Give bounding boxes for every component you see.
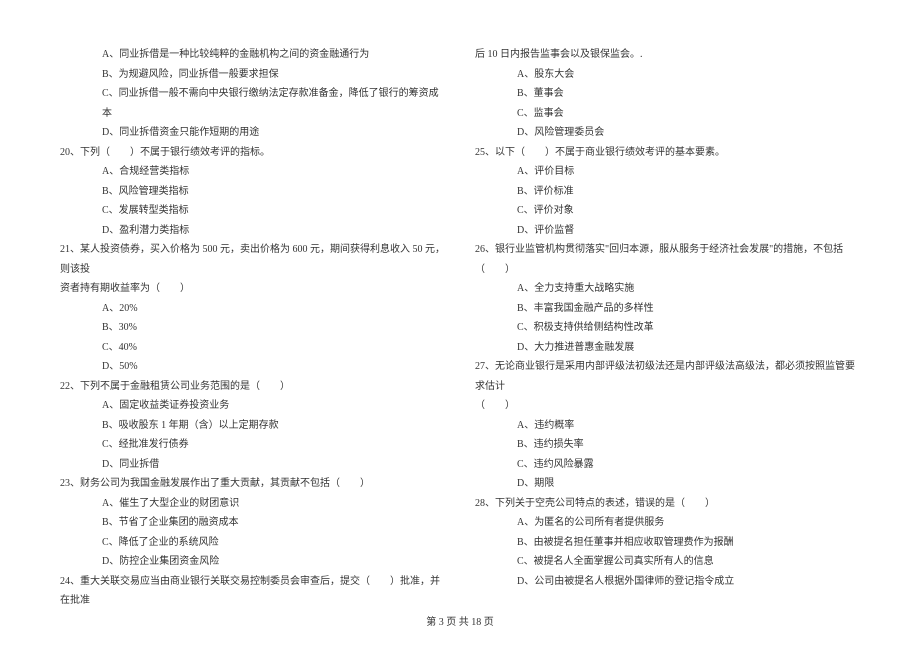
option: D、盈利潜力类指标 (60, 221, 445, 241)
option: C、积极支持供给侧结构性改革 (475, 318, 860, 338)
option: C、违约风险暴露 (475, 455, 860, 475)
question-28: 28、下列关于空壳公司特点的表述，错误的是（ ） (475, 494, 860, 514)
option: D、公司由被提名人根据外国律师的登记指令成立 (475, 572, 860, 592)
option: A、合规经营类指标 (60, 162, 445, 182)
question-23: 23、财务公司为我国金融发展作出了重大贡献，其贡献不包括（ ） (60, 474, 445, 494)
option: B、风险管理类指标 (60, 182, 445, 202)
option: B、30% (60, 318, 445, 338)
left-column: A、同业拆借是一种比较纯粹的金融机构之间的资金融通行为 B、为规避风险，同业拆借… (60, 45, 445, 610)
question-26: 26、银行业监管机构贯彻落实"回归本源，服从服务于经济社会发展"的措施，不包括（… (475, 240, 860, 279)
option: A、评价目标 (475, 162, 860, 182)
question-20: 20、下列（ ）不属于银行绩效考评的指标。 (60, 143, 445, 163)
option: A、20% (60, 299, 445, 319)
question-24: 24、重大关联交易应当由商业银行关联交易控制委员会审查后，提交（ ）批准，并在批… (60, 572, 445, 611)
option: C、监事会 (475, 104, 860, 124)
option: B、董事会 (475, 84, 860, 104)
option: A、违约概率 (475, 416, 860, 436)
question-25: 25、以下（ ）不属于商业银行绩效考评的基本要素。 (475, 143, 860, 163)
option: D、同业拆借 (60, 455, 445, 475)
question-27: 27、无论商业银行是采用内部评级法初级法还是内部评级法高级法，都必须按照监管要求… (475, 357, 860, 396)
option: C、被提名人全面掌握公司真实所有人的信息 (475, 552, 860, 572)
question-24-cont: 后 10 日内报告监事会以及银保监会。. (475, 45, 860, 65)
option: A、为匿名的公司所有者提供服务 (475, 513, 860, 533)
question-21: 21、某人投资债券，买入价格为 500 元，卖出价格为 600 元，期间获得利息… (60, 240, 445, 279)
option: C、40% (60, 338, 445, 358)
option: B、吸收股东 1 年期（含）以上定期存款 (60, 416, 445, 436)
right-column: 后 10 日内报告监事会以及银保监会。. A、股东大会 B、董事会 C、监事会 … (475, 45, 860, 610)
question-27-cont: （ ） (475, 396, 860, 416)
option: A、同业拆借是一种比较纯粹的金融机构之间的资金融通行为 (60, 45, 445, 65)
question-21-cont: 资者持有期收益率为（ ） (60, 279, 445, 299)
option: D、评价监督 (475, 221, 860, 241)
question-22: 22、下列不属于金融租赁公司业务范围的是（ ） (60, 377, 445, 397)
option: B、节省了企业集团的融资成本 (60, 513, 445, 533)
option: A、股东大会 (475, 65, 860, 85)
option: D、大力推进普惠金融发展 (475, 338, 860, 358)
two-column-layout: A、同业拆借是一种比较纯粹的金融机构之间的资金融通行为 B、为规避风险，同业拆借… (60, 45, 860, 610)
option: D、期限 (475, 474, 860, 494)
option: B、丰富我国金融产品的多样性 (475, 299, 860, 319)
option: D、同业拆借资金只能作短期的用途 (60, 123, 445, 143)
option: D、防控企业集团资金风险 (60, 552, 445, 572)
option: B、评价标准 (475, 182, 860, 202)
option: A、催生了大型企业的财团意识 (60, 494, 445, 514)
option: C、降低了企业的系统风险 (60, 533, 445, 553)
option: C、经批准发行债券 (60, 435, 445, 455)
option: D、50% (60, 357, 445, 377)
option: C、评价对象 (475, 201, 860, 221)
option: B、由被提名担任董事并相应收取管理费作为报酬 (475, 533, 860, 553)
option: A、固定收益类证券投资业务 (60, 396, 445, 416)
option: A、全力支持重大战略实施 (475, 279, 860, 299)
page-footer: 第 3 页 共 18 页 (0, 613, 920, 628)
option: C、同业拆借一般不需向中央银行缴纳法定存款准备金，降低了银行的筹资成本 (60, 84, 445, 123)
option: B、为规避风险，同业拆借一般要求担保 (60, 65, 445, 85)
option: B、违约损失率 (475, 435, 860, 455)
option: D、风险管理委员会 (475, 123, 860, 143)
option: C、发展转型类指标 (60, 201, 445, 221)
